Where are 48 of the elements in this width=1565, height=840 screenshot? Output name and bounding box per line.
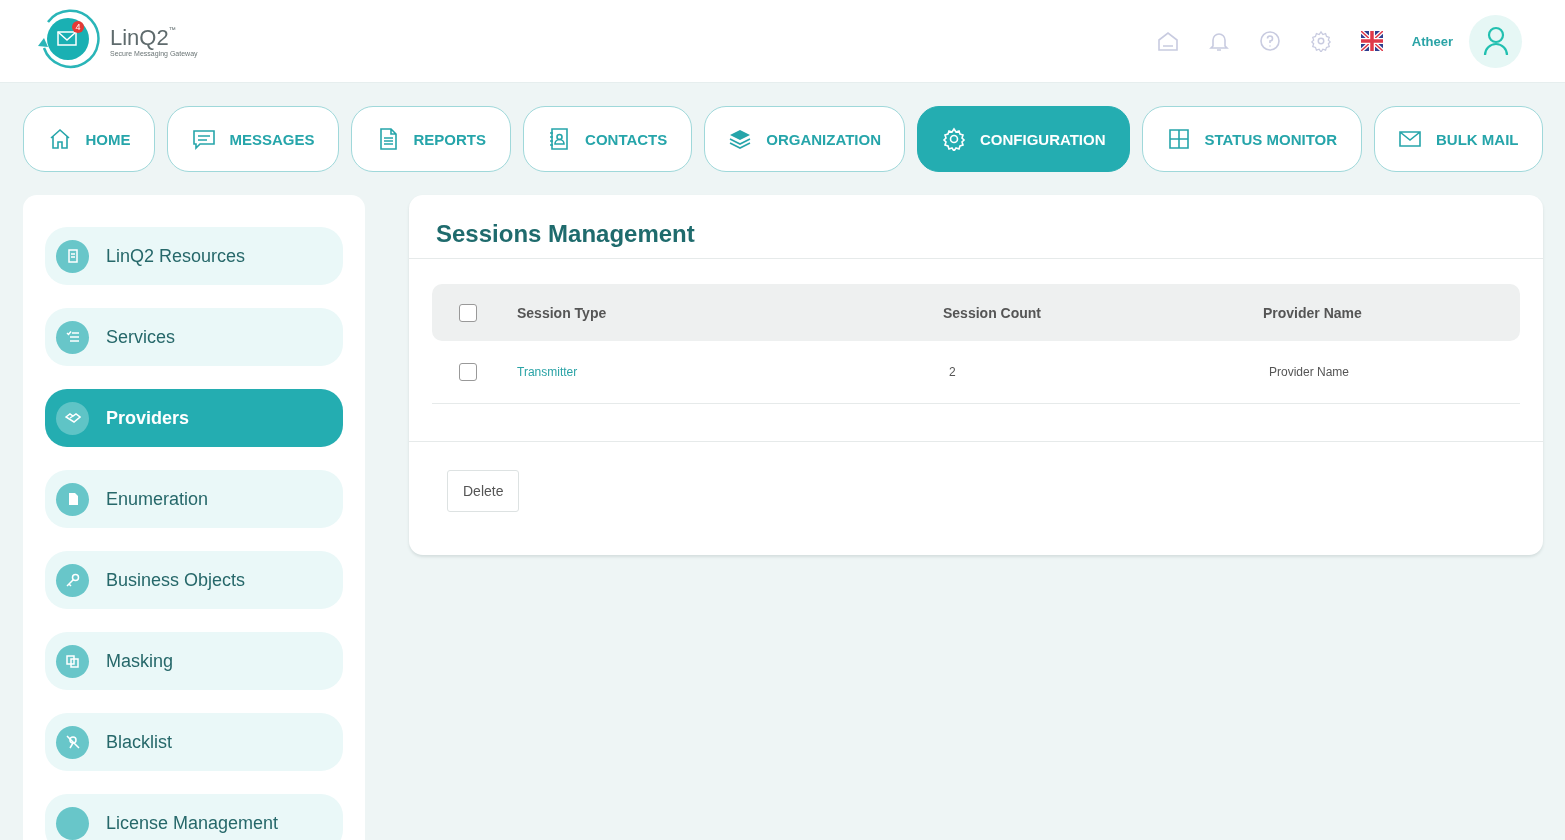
sidebar-item[interactable]: Masking xyxy=(45,632,343,690)
sidebar-item[interactable]: Services xyxy=(45,308,343,366)
avatar-icon[interactable] xyxy=(1469,14,1522,68)
logo-name: LinQ2 xyxy=(110,25,169,50)
user-name[interactable]: Atheer xyxy=(1411,33,1453,49)
key-circle-icon xyxy=(56,563,89,597)
crossed-pin-circle-icon xyxy=(56,725,89,759)
home-icon[interactable] xyxy=(1156,30,1179,52)
chat-icon xyxy=(191,127,216,151)
bell-icon[interactable] xyxy=(1207,30,1230,52)
delete-button[interactable]: Delete xyxy=(447,470,520,512)
sidebar-item[interactable]: License Management xyxy=(45,794,343,840)
layers-icon xyxy=(728,127,753,151)
settings-icon[interactable] xyxy=(1309,30,1332,52)
row-checkbox[interactable] xyxy=(459,363,477,381)
checklist-circle-icon xyxy=(56,320,89,354)
nav-tab[interactable]: REPORTS xyxy=(351,106,511,172)
circle-icon xyxy=(56,806,89,840)
sidebar-item[interactable]: Providers xyxy=(45,389,343,447)
sidebar-item[interactable]: Enumeration xyxy=(45,470,343,528)
panel-title: Sessions Management xyxy=(409,195,1543,259)
grid-icon xyxy=(1166,127,1191,151)
nav-tab[interactable]: ORGANIZATION xyxy=(703,106,906,172)
column-header: Provider Name xyxy=(1263,304,1363,321)
sidebar-item[interactable]: LinQ2 Resources xyxy=(45,227,343,285)
sidebar-item[interactable]: Blacklist xyxy=(45,713,343,771)
table-cell: Provider Name xyxy=(1269,365,1350,379)
flag-icon[interactable] xyxy=(1360,31,1383,51)
column-header: Session Count xyxy=(943,304,1042,321)
select-all-checkbox[interactable] xyxy=(459,303,477,322)
nav-tab[interactable]: STATUS MONITOR xyxy=(1142,106,1362,172)
nav-tab[interactable]: MESSAGES xyxy=(167,106,340,172)
gear-icon xyxy=(942,127,966,151)
help-icon[interactable] xyxy=(1258,30,1281,52)
session-type-link[interactable]: Transmitter xyxy=(517,365,578,379)
nav-tab[interactable]: HOME xyxy=(23,106,155,172)
circular-arrow-icon xyxy=(38,9,100,68)
sidebar-item[interactable]: Business Objects xyxy=(45,551,343,609)
copy-circle-icon xyxy=(56,644,89,678)
nav-tab[interactable]: BULK MAIL xyxy=(1373,106,1544,172)
nav-tab[interactable]: CONFIGURATION xyxy=(917,106,1131,172)
column-header: Session Type xyxy=(517,304,608,321)
table-cell: 2 xyxy=(949,365,956,379)
list-circle-icon xyxy=(56,239,89,273)
file-circle-icon xyxy=(56,482,89,516)
envelope-icon xyxy=(47,18,89,60)
handshake-circle-icon xyxy=(56,401,89,435)
nav-tab[interactable]: CONTACTS xyxy=(522,106,692,172)
